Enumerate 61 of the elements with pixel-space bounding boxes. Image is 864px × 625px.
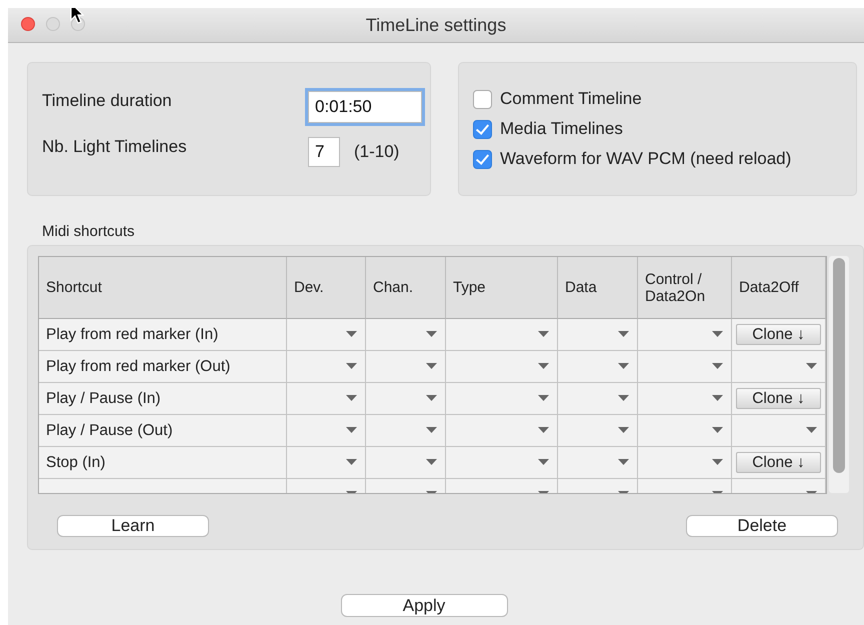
dropdown-arrow-icon[interactable] bbox=[426, 459, 437, 466]
checkbox[interactable] bbox=[473, 90, 492, 108]
dropdown-arrow-icon[interactable] bbox=[618, 395, 629, 402]
dropdown-arrow-icon[interactable] bbox=[618, 459, 629, 466]
range-hint: (1-10) bbox=[354, 142, 400, 162]
mouse-cursor-icon bbox=[70, 8, 84, 24]
dropdown-arrow-icon[interactable] bbox=[806, 427, 817, 434]
checkbox-label[interactable]: Waveform for WAV PCM (need reload) bbox=[500, 149, 792, 169]
dropdown-arrow-icon[interactable] bbox=[426, 331, 437, 338]
dropdown-arrow-icon[interactable] bbox=[618, 427, 629, 434]
checkbox[interactable] bbox=[473, 120, 492, 138]
dropdown-arrow-icon[interactable] bbox=[538, 459, 549, 466]
dropdown-arrow-icon[interactable] bbox=[426, 427, 437, 434]
column-header[interactable]: Chan. bbox=[366, 257, 446, 319]
clone-button[interactable]: Clone ↓ bbox=[736, 324, 821, 345]
light-timelines-field[interactable]: 7 bbox=[308, 137, 340, 167]
column-header[interactable]: Shortcut bbox=[39, 257, 287, 319]
dropdown-arrow-icon[interactable] bbox=[712, 395, 723, 402]
column-header[interactable]: Dev. bbox=[287, 257, 366, 319]
column-header[interactable]: Control / Data2On bbox=[638, 257, 732, 319]
dropdown-arrow-icon[interactable] bbox=[346, 427, 357, 434]
dropdown-arrow-icon[interactable] bbox=[538, 331, 549, 338]
dropdown-arrow-icon[interactable] bbox=[712, 459, 723, 466]
action-button[interactable]: Learn bbox=[57, 515, 209, 537]
dropdown-arrow-icon[interactable] bbox=[538, 395, 549, 402]
table-cell: Play / Pause (In) bbox=[39, 383, 287, 415]
column-header[interactable]: Data bbox=[558, 257, 638, 319]
table-cell: Play from red marker (In) bbox=[39, 319, 287, 351]
dropdown-arrow-icon[interactable] bbox=[618, 363, 629, 370]
window-title: TimeLine settings bbox=[366, 14, 506, 36]
field-label: Nb. Light Timelines bbox=[42, 137, 188, 158]
table-cell: Play / Pause (Out) bbox=[39, 415, 287, 447]
field-label: Timeline duration bbox=[42, 91, 173, 112]
dropdown-arrow-icon[interactable] bbox=[618, 331, 629, 338]
duration-field[interactable]: 0:01:50 bbox=[308, 91, 422, 123]
dropdown-arrow-icon[interactable] bbox=[712, 363, 723, 370]
scrollbar[interactable] bbox=[829, 256, 849, 493]
dropdown-arrow-icon[interactable] bbox=[346, 459, 357, 466]
checkbox[interactable] bbox=[473, 150, 492, 168]
dropdown-arrow-icon[interactable] bbox=[426, 395, 437, 402]
close-button[interactable] bbox=[21, 17, 35, 31]
apply-button[interactable]: Apply bbox=[340, 594, 508, 617]
table-cell: Play from red marker (Out) bbox=[39, 351, 287, 383]
column-header[interactable]: Type bbox=[446, 257, 558, 319]
action-button[interactable]: Delete bbox=[686, 515, 838, 537]
table-cell: Stop (In) bbox=[39, 447, 287, 479]
dropdown-arrow-icon[interactable] bbox=[806, 363, 817, 370]
dropdown-arrow-icon[interactable] bbox=[712, 427, 723, 434]
dropdown-arrow-icon[interactable] bbox=[712, 331, 723, 338]
dropdown-arrow-icon[interactable] bbox=[346, 331, 357, 338]
dropdown-arrow-icon[interactable] bbox=[346, 395, 357, 402]
clone-button[interactable]: Clone ↓ bbox=[736, 452, 821, 473]
dropdown-arrow-icon[interactable] bbox=[538, 363, 549, 370]
checkbox-label[interactable]: Media Timelines bbox=[500, 119, 623, 139]
dropdown-arrow-icon[interactable] bbox=[426, 363, 437, 370]
dropdown-arrow-icon[interactable] bbox=[346, 363, 357, 370]
dropdown-arrow-icon[interactable] bbox=[538, 427, 549, 434]
group-title: Midi shortcuts bbox=[41, 223, 136, 242]
clone-button[interactable]: Clone ↓ bbox=[736, 388, 821, 409]
column-header[interactable]: Data2Off bbox=[732, 257, 826, 319]
checkbox-label[interactable]: Comment Timeline bbox=[500, 89, 642, 109]
